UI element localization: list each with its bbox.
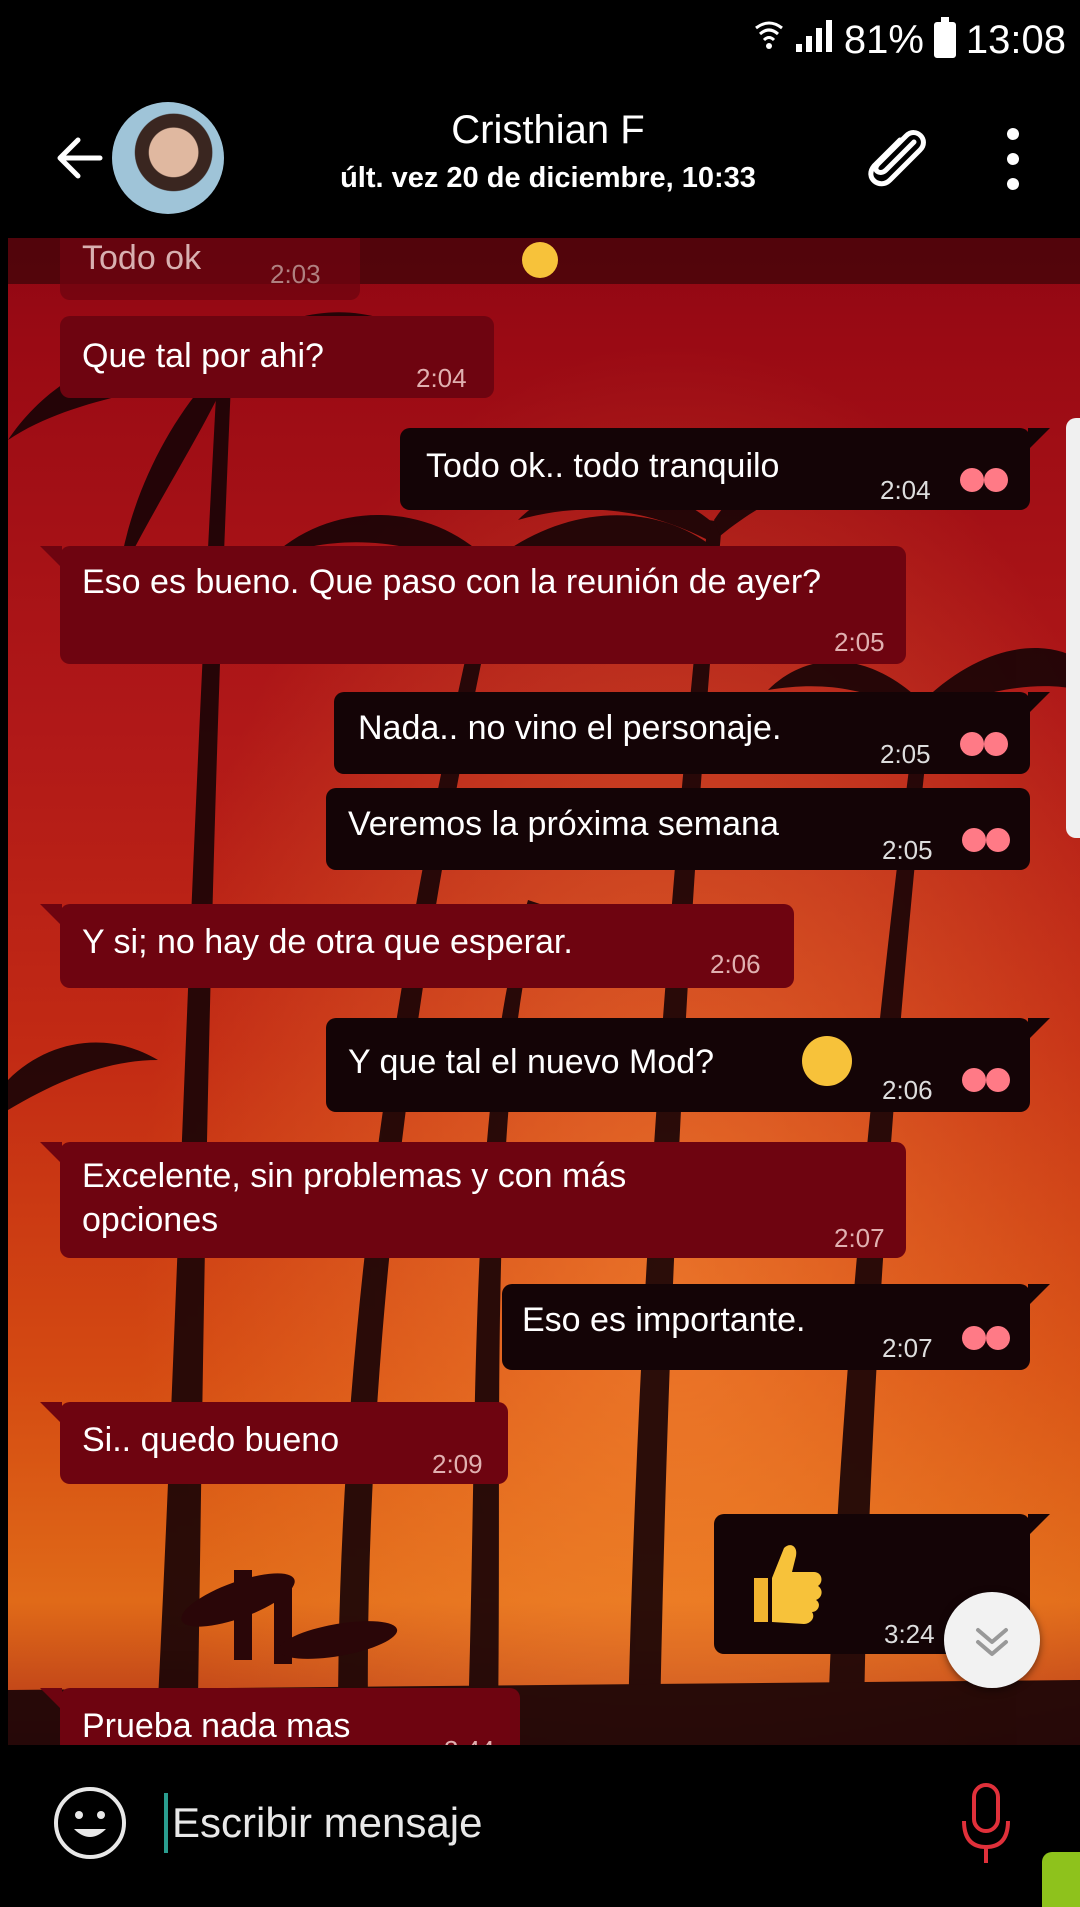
message-time: 2:06 <box>710 949 761 979</box>
battery-icon <box>933 17 956 58</box>
more-options-icon[interactable] <box>998 124 1028 194</box>
read-receipt-icon <box>962 828 1014 854</box>
message-bubble-outgoing[interactable]: Nada.. no vino el personaje. 2:05 <box>334 692 1030 774</box>
message-time: 2:05 <box>834 627 885 657</box>
message-text: Y si; no hay de otra que esperar. <box>82 923 573 961</box>
bubble-tail <box>40 1688 62 1710</box>
bubble-tail <box>40 904 62 926</box>
message-bubble-incoming[interactable]: Y si; no hay de otra que esperar. 2:06 <box>60 904 794 988</box>
message-time: 3:24 <box>884 1619 935 1649</box>
double-chevron-down-icon <box>976 1628 1008 1656</box>
microphone-icon[interactable] <box>960 1781 1012 1867</box>
read-receipt-icon <box>960 468 1012 494</box>
message-text: Y que tal el nuevo Mod? <box>348 1043 715 1081</box>
message-bubble-incoming[interactable]: Que tal por ahi? 2:04 <box>60 316 494 398</box>
bubble-tail <box>1028 428 1050 450</box>
contact-name[interactable]: Cristhian F <box>308 108 788 153</box>
message-time: 2:05 <box>880 739 931 769</box>
message-text: Todo ok.. todo tranquilo <box>426 447 780 485</box>
bubble-tail <box>1028 692 1050 714</box>
message-text: Nada.. no vino el personaje. <box>358 709 782 747</box>
thinking-face-emoji <box>802 1036 852 1086</box>
message-bubble-incoming[interactable]: Excelente, sin problemas y con más opcio… <box>60 1142 906 1258</box>
message-time: 2:03 <box>270 259 321 289</box>
clock: 13:08 <box>965 17 1066 62</box>
message-text: Todo ok <box>82 239 202 277</box>
avatar[interactable] <box>112 102 224 214</box>
message-text: Eso es importante. <box>522 1301 806 1339</box>
message-bubble-incoming[interactable]: Si.. quedo bueno 2:09 <box>60 1402 508 1484</box>
message-bubble-outgoing[interactable]: Veremos la próxima semana 2:05 <box>326 788 1030 870</box>
last-seen: últ. vez 20 de diciembre, 10:33 <box>340 162 756 194</box>
scroll-to-bottom-button[interactable] <box>944 1592 1040 1688</box>
message-time: 2:06 <box>882 1075 933 1105</box>
message-text: Eso es bueno. Que paso con la reunión de… <box>82 563 822 601</box>
message-time: 2:04 <box>416 363 467 393</box>
chat-screen: 81% 13:08 Cristhian F últ. vez 20 de dic… <box>8 0 1080 1907</box>
composer-bar <box>8 1745 1080 1907</box>
back-arrow-icon[interactable] <box>50 128 110 188</box>
message-text: Excelente, sin problemas y con más opcio… <box>82 1157 627 1239</box>
message-text: Veremos la próxima semana <box>348 805 779 843</box>
message-input[interactable] <box>164 1793 924 1853</box>
message-text: Prueba nada mas <box>82 1707 351 1745</box>
battery-percent: 81% <box>843 17 924 62</box>
read-receipt-icon <box>962 1326 1014 1352</box>
header-clip <box>8 216 1080 238</box>
grinning-face-emoji <box>522 242 558 278</box>
message-time: 2:07 <box>882 1333 933 1363</box>
bubble-tail <box>40 1142 62 1164</box>
bubble-tail <box>40 1402 62 1424</box>
emoji-icon[interactable] <box>52 1785 128 1861</box>
bubble-tail <box>1028 1514 1050 1536</box>
message-text: Que tal por ahi? <box>82 337 324 375</box>
message-bubble-incoming[interactable]: Eso es bueno. Que paso con la reunión de… <box>60 546 906 664</box>
message-bubble-outgoing[interactable]: Todo ok.. todo tranquilo 2:04 <box>400 428 1030 510</box>
thumbs-up-emoji <box>744 1538 824 1639</box>
chat-header: Cristhian F últ. vez 20 de diciembre, 10… <box>8 80 1080 238</box>
signal-icon <box>794 18 834 63</box>
message-bubble-outgoing[interactable]: Eso es importante. 2:07 <box>502 1284 1030 1370</box>
send-button-edge[interactable] <box>1042 1852 1080 1907</box>
message-time: 2:07 <box>834 1223 885 1253</box>
bubble-tail <box>1028 1018 1050 1040</box>
message-time: 2:04 <box>880 475 931 505</box>
bubble-tail <box>1028 1284 1050 1306</box>
message-time: 2:05 <box>882 835 933 865</box>
status-bar: 81% 13:08 <box>8 0 1080 80</box>
bubble-tail <box>40 546 62 568</box>
message-time: 2:09 <box>432 1449 483 1479</box>
wifi-icon <box>754 18 784 63</box>
message-text: Si.. quedo bueno <box>82 1421 340 1459</box>
attach-clip-icon[interactable] <box>856 120 936 200</box>
read-receipt-icon <box>960 732 1012 758</box>
read-receipt-icon <box>962 1068 1014 1094</box>
edge-panel-handle[interactable] <box>1066 418 1080 838</box>
message-bubble-outgoing[interactable]: Y que tal el nuevo Mod? 2:06 <box>326 1018 1030 1112</box>
